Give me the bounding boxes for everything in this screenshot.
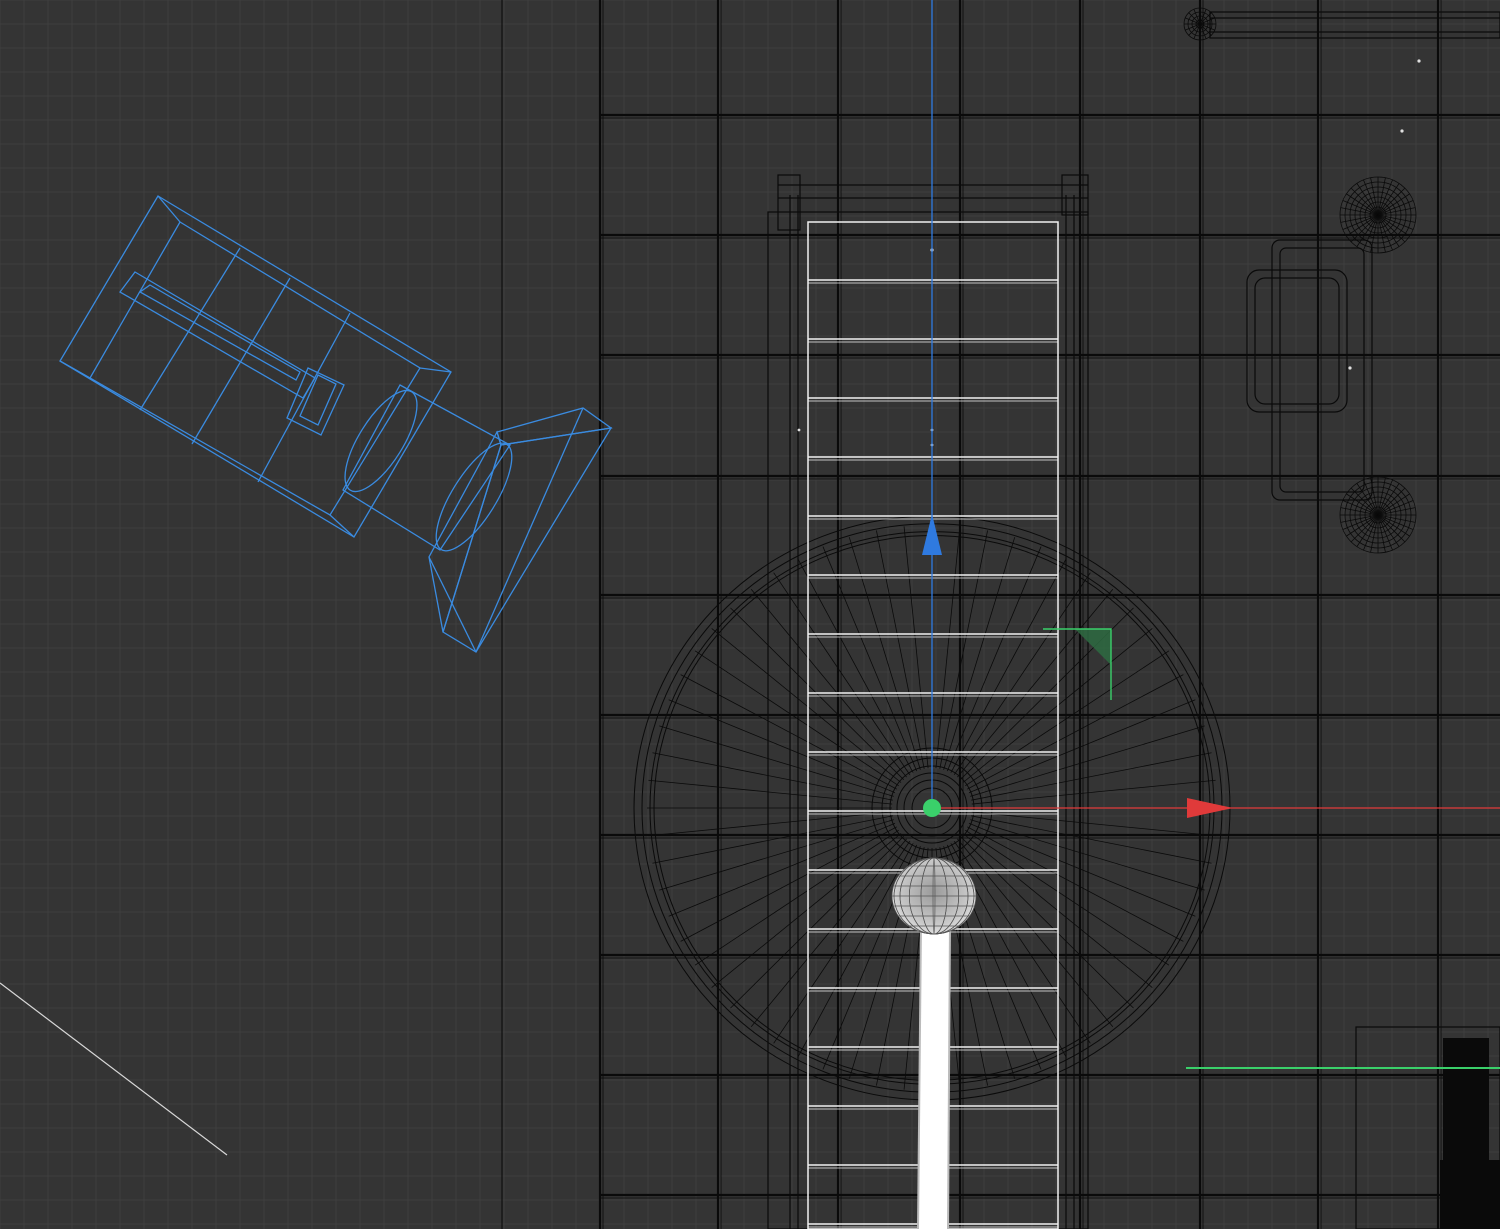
sphere-mesh[interactable]: [891, 857, 977, 935]
guide-line: [0, 982, 228, 1156]
upper-right-mechanism[interactable]: [1209, 11, 1500, 501]
3d-viewport[interactable]: [0, 0, 1500, 1229]
light-beam-mesh[interactable]: [917, 924, 951, 1229]
move-z-arrow-icon[interactable]: [922, 514, 942, 555]
vertex-dots: [797, 59, 1421, 447]
pivot-center-icon[interactable]: [923, 799, 941, 817]
small-wheel-meshes[interactable]: [1183, 7, 1417, 554]
transform-gizmo[interactable]: [922, 0, 1500, 818]
viewport-canvas[interactable]: [0, 0, 1500, 1229]
viewport-grid: [0, 0, 1500, 1229]
